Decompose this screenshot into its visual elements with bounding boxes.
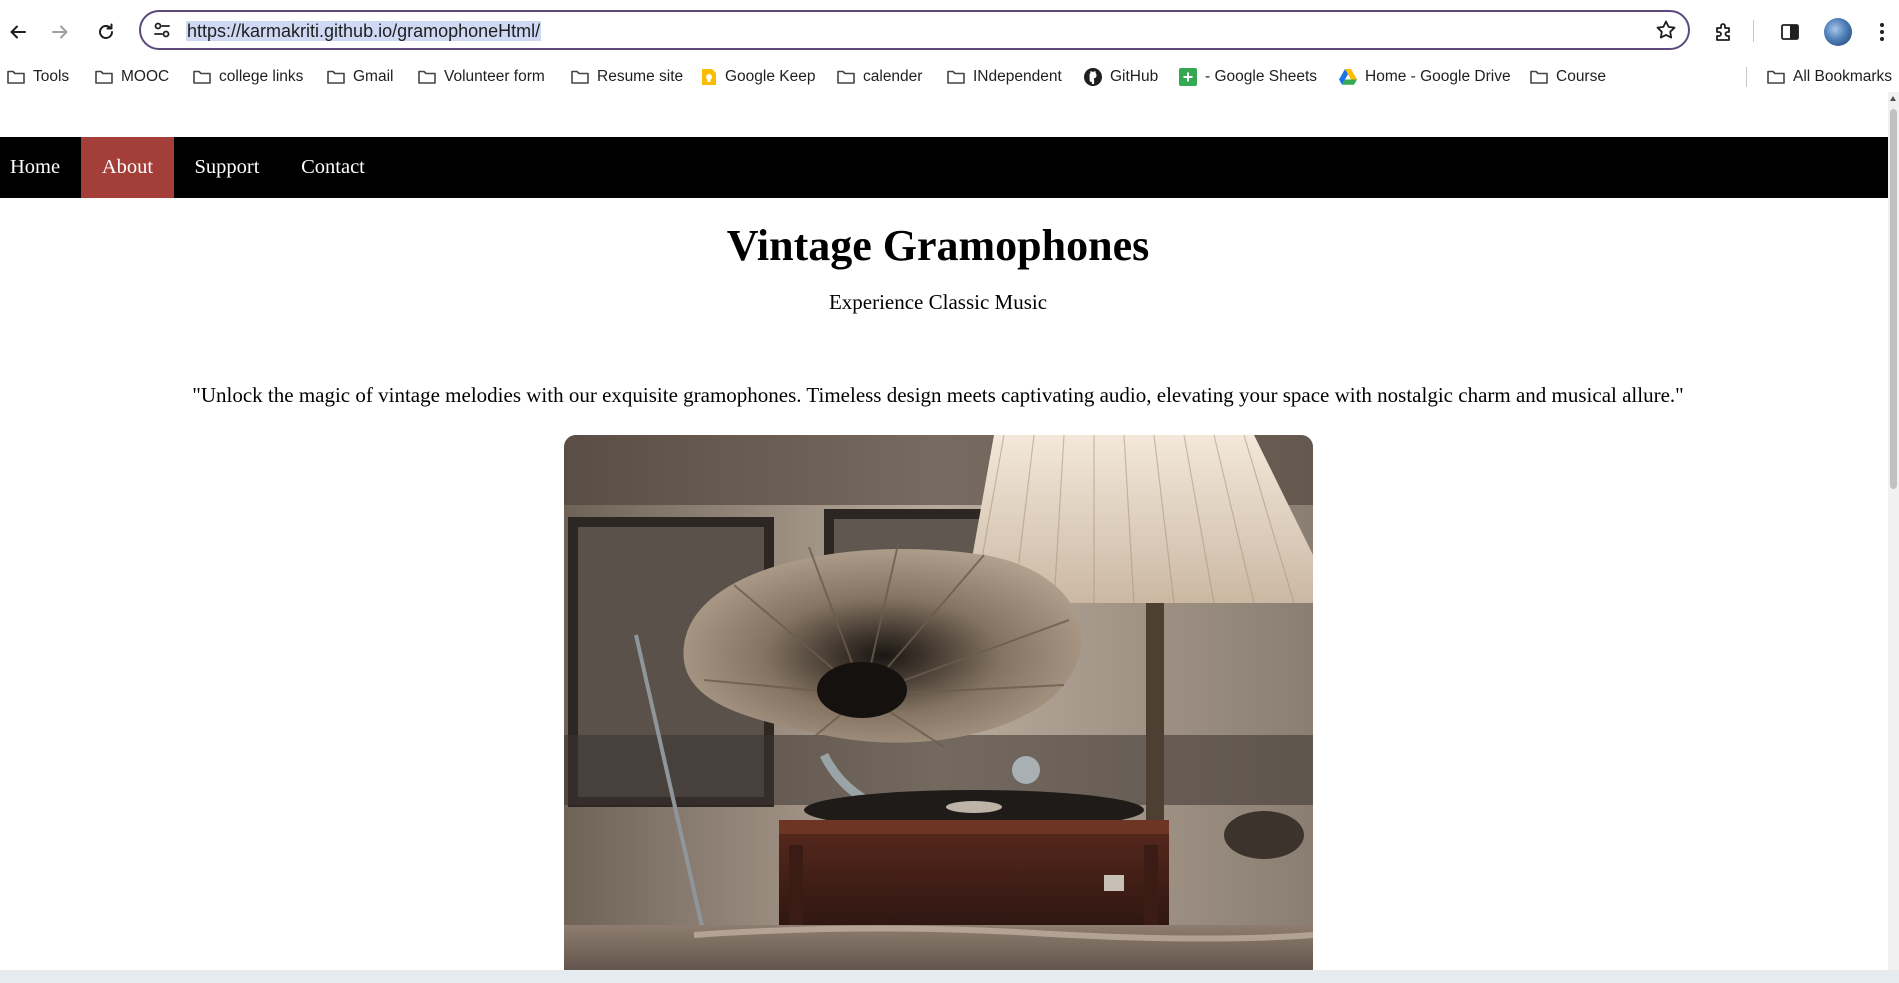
- bookmark-google-keep[interactable]: Google Keep: [700, 66, 816, 88]
- extensions-icon[interactable]: [1708, 16, 1740, 48]
- folder-icon: [1530, 70, 1548, 84]
- bookmarks-divider: [1746, 67, 1747, 87]
- page-scrollbar[interactable]: [1888, 92, 1899, 970]
- all-bookmarks-label: All Bookmarks: [1793, 68, 1893, 85]
- nav-contact[interactable]: Contact: [292, 137, 374, 198]
- site-navbar: Home About Support Contact: [0, 137, 1888, 198]
- bookmark-volunteer-form[interactable]: Volunteer form: [417, 66, 545, 88]
- folder-icon: [1767, 70, 1785, 84]
- bookmark-label: Home - Google Drive: [1365, 68, 1511, 85]
- folder-icon: [327, 70, 345, 84]
- bookmark-mooc[interactable]: MOOC: [94, 66, 169, 88]
- keep-icon: [702, 69, 716, 85]
- bookmark-college-links[interactable]: college links: [192, 66, 303, 88]
- gramophone-photo: [564, 435, 1313, 970]
- bookmark-google-sheets[interactable]: - Google Sheets: [1178, 66, 1317, 88]
- forward-arrow-icon[interactable]: [44, 16, 76, 48]
- bookmark-label: MOOC: [121, 68, 170, 85]
- bookmark-google-drive[interactable]: Home - Google Drive: [1338, 66, 1511, 88]
- sheets-icon: [1179, 68, 1197, 86]
- bookmark-github[interactable]: GitHub: [1083, 66, 1158, 88]
- bookmark-star-icon[interactable]: [1654, 18, 1678, 47]
- folder-icon: [7, 70, 25, 84]
- all-bookmarks-button[interactable]: All Bookmarks: [1766, 66, 1892, 88]
- os-taskbar-strip: [0, 970, 1899, 983]
- github-icon: [1084, 68, 1102, 86]
- more-menu-icon[interactable]: [1866, 16, 1898, 48]
- bookmark-label: INdependent: [973, 68, 1062, 85]
- folder-icon: [571, 70, 589, 84]
- bookmark-label: GitHub: [1110, 68, 1159, 85]
- browser-toolbar: https://karmakriti.github.io/gramophoneH…: [0, 0, 1899, 62]
- bookmark-resume-site[interactable]: Resume site: [570, 66, 683, 88]
- bookmark-label: Resume site: [597, 68, 684, 85]
- bookmark-calender[interactable]: calender: [836, 66, 922, 88]
- bookmark-label: Volunteer form: [444, 68, 545, 85]
- folder-icon: [837, 70, 855, 84]
- url-text[interactable]: https://karmakriti.github.io/gramophoneH…: [186, 21, 542, 41]
- bookmark-gmail[interactable]: Gmail: [326, 66, 393, 88]
- bookmark-label: Course: [1556, 68, 1606, 85]
- nav-support[interactable]: Support: [188, 137, 266, 198]
- bookmarks-bar: Tools MOOC college links Gmail Volunteer…: [0, 62, 1899, 92]
- scrollbar-thumb[interactable]: [1890, 109, 1897, 489]
- back-arrow-icon[interactable]: [2, 16, 34, 48]
- address-bar[interactable]: https://karmakriti.github.io/gramophoneH…: [139, 10, 1690, 50]
- intro-quote: "Unlock the magic of vintage melodies wi…: [192, 383, 1684, 407]
- scroll-up-arrow-icon[interactable]: [1890, 96, 1896, 101]
- bookmark-label: college links: [219, 68, 304, 85]
- bookmark-label: Google Keep: [725, 68, 816, 85]
- site-settings-icon[interactable]: [151, 19, 173, 46]
- page-subtitle: Experience Classic Music: [828, 290, 1048, 314]
- folder-icon: [193, 70, 211, 84]
- toolbar-divider: [1753, 20, 1754, 42]
- gramophone-image: [564, 435, 1313, 970]
- page-title: Vintage Gramophones: [726, 221, 1150, 270]
- folder-icon: [418, 70, 436, 84]
- folder-icon: [947, 70, 965, 84]
- profile-avatar[interactable]: [1824, 18, 1852, 46]
- folder-icon: [95, 70, 113, 84]
- bookmark-label: - Google Sheets: [1205, 68, 1318, 85]
- bookmark-label: calender: [863, 68, 923, 85]
- bookmark-course[interactable]: Course: [1529, 66, 1606, 88]
- reload-icon[interactable]: [90, 16, 122, 48]
- nav-about[interactable]: About: [81, 137, 174, 198]
- drive-icon: [1339, 69, 1357, 85]
- page-viewport: Home About Support Contact Vintage Gramo…: [0, 92, 1888, 970]
- bookmark-tools[interactable]: Tools: [6, 66, 69, 88]
- nav-home[interactable]: Home: [0, 137, 70, 198]
- bookmark-independent[interactable]: INdependent: [946, 66, 1062, 88]
- bookmark-label: Gmail: [353, 68, 394, 85]
- bookmark-label: Tools: [33, 68, 70, 85]
- side-panel-icon[interactable]: [1774, 16, 1806, 48]
